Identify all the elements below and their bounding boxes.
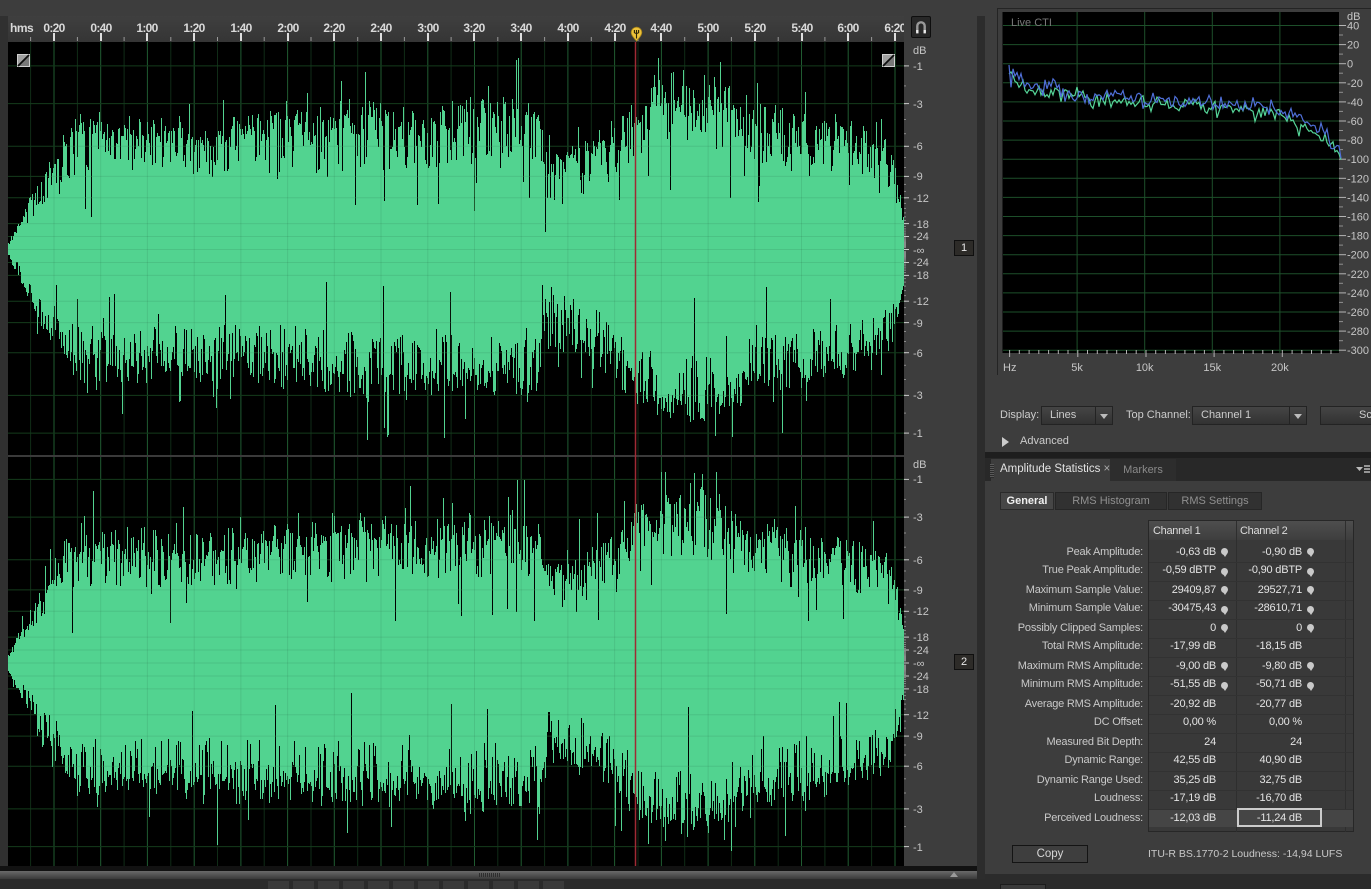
svg-text:-12: -12 [913,296,929,308]
svg-text:-24: -24 [913,645,929,657]
svg-text:-12: -12 [913,710,929,722]
svg-text:-9: -9 [913,171,923,183]
svg-text:-6: -6 [913,348,923,360]
svg-text:-24: -24 [913,671,929,683]
svg-text:-20: -20 [1347,78,1363,90]
svg-text:-24: -24 [913,257,929,269]
svg-text:-1: -1 [913,61,923,73]
svg-text:-160: -160 [1347,212,1369,224]
svg-text:-120: -120 [1347,173,1369,185]
svg-text:-9: -9 [913,318,923,330]
svg-text:15k: 15k [1203,362,1221,374]
svg-text:-100: -100 [1347,154,1369,166]
svg-text:-1: -1 [913,842,923,854]
svg-text:10k: 10k [1136,362,1154,374]
svg-text:-140: -140 [1347,192,1369,204]
svg-text:-12: -12 [913,606,929,618]
svg-text:-200: -200 [1347,250,1369,262]
svg-text:0: 0 [1347,59,1353,71]
svg-text:20k: 20k [1271,362,1289,374]
svg-text:-9: -9 [913,585,923,597]
svg-text:-60: -60 [1347,116,1363,128]
svg-text:-3: -3 [913,99,923,111]
svg-text:-∞: -∞ [913,658,925,670]
svg-text:-3: -3 [913,512,923,524]
svg-text:-1: -1 [913,474,923,486]
svg-text:-24: -24 [913,231,929,243]
svg-text:-∞: -∞ [913,245,925,257]
svg-text:-9: -9 [913,731,923,743]
svg-text:-80: -80 [1347,135,1363,147]
svg-text:-6: -6 [913,761,923,773]
svg-text:-3: -3 [913,390,923,402]
svg-text:-3: -3 [913,804,923,816]
svg-text:-220: -220 [1347,269,1369,281]
svg-text:20: 20 [1347,40,1359,52]
svg-text:-300: -300 [1347,345,1369,357]
svg-text:-280: -280 [1347,326,1369,338]
svg-text:-18: -18 [913,684,929,696]
svg-text:5k: 5k [1071,362,1083,374]
svg-text:-240: -240 [1347,288,1369,300]
svg-text:-18: -18 [913,270,929,282]
svg-text:-180: -180 [1347,231,1369,243]
svg-text:-18: -18 [913,632,929,644]
svg-text:dB: dB [1347,11,1360,23]
svg-text:-40: -40 [1347,97,1363,109]
svg-text:dB: dB [913,459,926,471]
svg-text:-18: -18 [913,219,929,231]
svg-text:-12: -12 [913,193,929,205]
svg-text:-1: -1 [913,428,923,440]
svg-text:dB: dB [913,45,926,57]
svg-text:Hz: Hz [1003,362,1016,374]
svg-text:Live CTI: Live CTI [1011,17,1052,29]
svg-text:-6: -6 [913,555,923,567]
svg-text:-6: -6 [913,141,923,153]
svg-text:-260: -260 [1347,307,1369,319]
